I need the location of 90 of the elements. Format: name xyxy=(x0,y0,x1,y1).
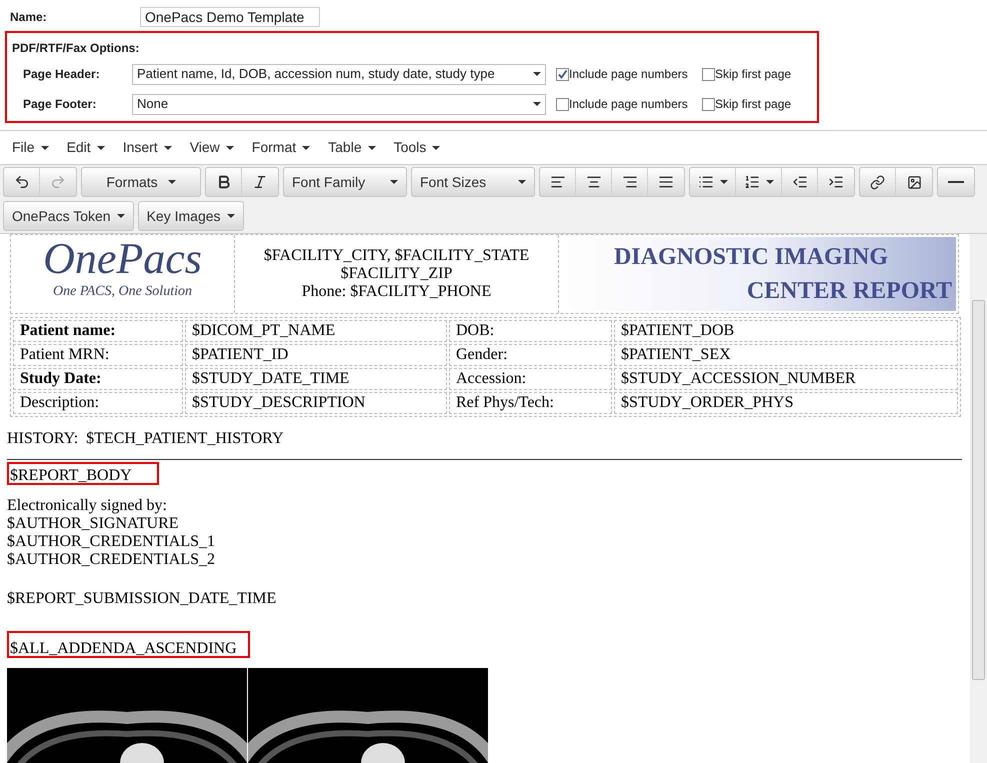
dropdown-button[interactable]: OnePacs Token xyxy=(4,202,133,230)
select-field[interactable]: None xyxy=(132,94,546,114)
menu-item[interactable]: Tools xyxy=(394,137,440,158)
address-line: $FACILITY_CITY, $FACILITY_STATE xyxy=(264,247,530,265)
numbered-list-icon xyxy=(744,174,760,190)
table-cell: Patient name: xyxy=(13,320,183,342)
italic-icon xyxy=(252,174,268,190)
outdent-icon xyxy=(792,174,808,190)
caret-icon xyxy=(164,146,172,150)
caret-icon xyxy=(720,180,728,184)
link-icon xyxy=(870,174,885,190)
options-title: PDF/RTF/Fax Options: xyxy=(12,40,140,57)
caret-icon xyxy=(226,146,234,150)
redo-icon xyxy=(50,174,66,190)
caret-icon xyxy=(432,146,440,150)
caret-icon xyxy=(302,146,310,150)
addenda-field: $ALL_ADDENDA_ASCENDING xyxy=(7,631,250,658)
align-center-icon xyxy=(586,174,602,190)
checkbox[interactable] xyxy=(556,68,569,80)
signature-line: $AUTHOR_CREDENTIALS_2 xyxy=(7,551,216,569)
menu-item[interactable]: View xyxy=(190,137,234,158)
dropdown-button[interactable]: Formats xyxy=(82,168,200,196)
table-cell: $STUDY_ORDER_PHYS xyxy=(614,392,958,414)
history-line: HISTORY: $TECH_PATIENT_HISTORY xyxy=(7,429,284,449)
caret-icon xyxy=(168,180,176,184)
select-field[interactable]: Patient name, Id, DOB, accession num, study date, study type xyxy=(132,64,546,84)
caret-icon xyxy=(226,214,235,218)
checkbox[interactable] xyxy=(556,98,569,110)
align-right-icon xyxy=(622,174,638,190)
caret-icon xyxy=(368,146,376,150)
table-cell: $PATIENT_DOB xyxy=(614,320,958,342)
option-label: Page Footer: xyxy=(22,96,98,113)
table-cell: $PATIENT_SEX xyxy=(614,344,958,366)
caret-icon xyxy=(533,102,541,106)
dropdown-button[interactable]: Font Family xyxy=(284,168,406,196)
caret-icon xyxy=(390,180,398,184)
logo-title: OnePacs xyxy=(43,237,202,281)
menu-item[interactable]: Table xyxy=(328,137,376,158)
checkbox-label: Include page numbers xyxy=(569,96,688,113)
signature-line: $AUTHOR_CREDENTIALS_1 xyxy=(7,533,216,551)
report-body-field: $REPORT_BODY xyxy=(7,462,159,485)
checkbox-label: Include page numbers xyxy=(569,66,688,83)
table-cell: Ref Phys/Tech: xyxy=(449,392,612,414)
line-icon xyxy=(948,181,964,183)
table-cell: Gender: xyxy=(449,344,612,366)
table-cell: $PATIENT_ID xyxy=(185,344,447,366)
dropdown-button[interactable]: Font Sizes xyxy=(412,168,534,196)
logo-tagline: One PACS, One Solution xyxy=(53,283,192,301)
banner-title: CENTER REPORT xyxy=(746,277,952,305)
table-cell: Study Date: xyxy=(13,368,183,390)
table-cell: Accession: xyxy=(449,368,612,390)
indent-icon xyxy=(828,174,844,190)
table-cell: $STUDY_ACCESSION_NUMBER xyxy=(614,368,958,390)
align-left-icon xyxy=(550,174,566,190)
caret-icon xyxy=(766,180,774,184)
caret-icon xyxy=(518,180,526,184)
bullet-list-icon xyxy=(698,174,714,190)
banner-title: DIAGNOSTIC IMAGING xyxy=(614,243,888,271)
table-cell: $STUDY_DATE_TIME xyxy=(185,368,447,390)
caret-icon xyxy=(116,214,125,218)
signature-line: $AUTHOR_SIGNATURE xyxy=(7,515,180,533)
checkbox-label: Skip first page xyxy=(715,96,792,113)
scrollbar[interactable] xyxy=(970,234,987,763)
justify-icon xyxy=(658,174,674,190)
undo-icon xyxy=(14,174,30,190)
scrollbar-thumb[interactable] xyxy=(972,300,985,680)
caret-icon xyxy=(96,146,105,150)
checkbox[interactable] xyxy=(702,68,715,80)
name-input[interactable]: OnePacs Demo Template xyxy=(140,7,320,27)
menu-item[interactable]: Edit xyxy=(66,137,105,158)
caret-icon xyxy=(533,72,541,76)
caret-icon xyxy=(40,146,49,150)
table-cell: Patient MRN: xyxy=(13,344,183,366)
name-label: Name: xyxy=(10,9,48,26)
signature-line: Electronically signed by: xyxy=(7,497,168,515)
checkbox[interactable] xyxy=(702,98,715,110)
table-cell: Description: xyxy=(13,392,183,414)
dropdown-button[interactable]: Key Images xyxy=(138,202,243,230)
checkbox-label: Skip first page xyxy=(715,66,792,83)
address-line: $FACILITY_ZIP xyxy=(340,265,452,283)
image-icon xyxy=(906,174,922,190)
table-cell: DOB: xyxy=(449,320,612,342)
submission-line: $REPORT_SUBMISSION_DATE_TIME xyxy=(7,589,278,609)
menu-item[interactable]: File xyxy=(12,137,49,158)
menu-item[interactable]: Format xyxy=(252,137,310,158)
table-cell: $STUDY_DESCRIPTION xyxy=(185,392,447,414)
table-cell: $DICOM_PT_NAME xyxy=(185,320,447,342)
option-label: Page Header: xyxy=(22,66,101,83)
address-line: Phone: $FACILITY_PHONE xyxy=(302,283,492,301)
menu-item[interactable]: Insert xyxy=(122,137,172,158)
